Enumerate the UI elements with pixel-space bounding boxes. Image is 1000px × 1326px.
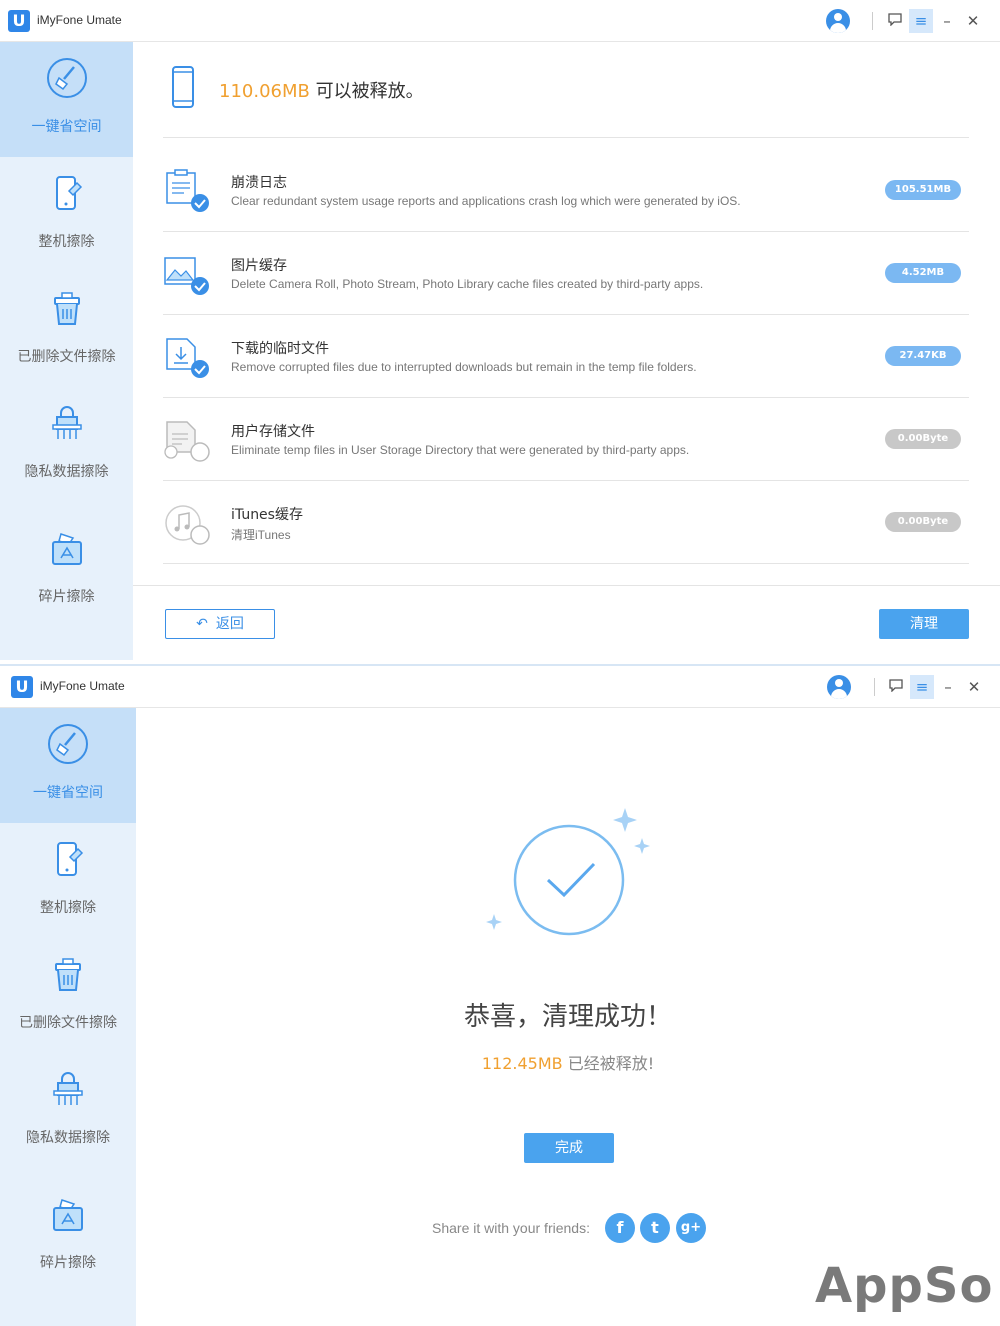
- title-separator: [872, 12, 873, 30]
- sidebar-item-label: 一键省空间: [31, 119, 102, 135]
- divider: [163, 563, 969, 564]
- user-storage-icon: [164, 421, 210, 462]
- size-badge: 0.00Byte: [885, 512, 961, 532]
- size-badge: 4.52MB: [885, 263, 961, 283]
- sidebar: 一键省空间 整机擦除 已删除文件擦除 隐私数据擦除 碎片擦除: [0, 42, 133, 660]
- row-description: Remove corrupted files due to interrupte…: [231, 360, 697, 374]
- sidebar-item-fragments[interactable]: 碎片擦除: [0, 1178, 136, 1293]
- share-text: Share it with your friends:: [432, 1220, 590, 1236]
- sidebar-item-label: 已删除文件擦除: [17, 349, 116, 365]
- broom-icon: [46, 58, 87, 98]
- size-badge: 0.00Byte: [885, 429, 961, 449]
- crash-log-icon: [166, 169, 209, 212]
- phone-eraser-icon: [55, 176, 82, 210]
- feedback-icon[interactable]: [884, 675, 908, 699]
- clean-row-temp-downloads[interactable]: 下载的临时文件 Remove corrupted files due to in…: [163, 315, 969, 398]
- sidebar-item-fragments[interactable]: 碎片擦除: [0, 512, 133, 627]
- row-title: 图片缓存: [231, 258, 287, 274]
- title-bar: U iMyFone Umate ≡ – ✕: [0, 666, 1000, 708]
- fragment-icon: [53, 1199, 83, 1231]
- minimize-icon[interactable]: –: [935, 9, 959, 33]
- phone-eraser-icon: [57, 842, 84, 876]
- sidebar-item-label: 一键省空间: [33, 785, 103, 801]
- privacy-lock-icon: [51, 406, 82, 439]
- freeable-size: 110.06MB: [219, 81, 310, 102]
- scan-window: U iMyFone Umate ≡ – ✕ 一键省空间 整机擦除 已删除文件擦除…: [0, 0, 1000, 660]
- sidebar-item-label: 碎片擦除: [38, 589, 95, 605]
- appso-watermark: AppSo: [815, 1258, 994, 1314]
- success-title: 恭喜，清理成功！: [463, 1002, 672, 1032]
- row-title: iTunes缓存: [231, 507, 303, 523]
- row-title: 用户存储文件: [231, 424, 315, 440]
- footer-divider: [133, 585, 1000, 586]
- clean-row-itunes-cache[interactable]: iTunes缓存 清理iTunes 0.00Byte: [163, 481, 969, 564]
- menu-icon[interactable]: ≡: [909, 9, 933, 33]
- minimize-icon[interactable]: –: [936, 675, 960, 699]
- clean-row-photo-cache[interactable]: 图片缓存 Delete Camera Roll, Photo Stream, P…: [163, 232, 969, 315]
- app-title: iMyFone Umate: [37, 13, 122, 27]
- menu-icon[interactable]: ≡: [910, 675, 934, 699]
- title-bar: U iMyFone Umate ≡ – ✕: [0, 0, 1000, 42]
- trash-icon: [53, 292, 80, 325]
- sidebar-item-deleted-files[interactable]: 已删除文件擦除: [0, 272, 133, 387]
- row-description: Eliminate temp files in User Storage Dir…: [231, 443, 690, 457]
- close-icon[interactable]: ✕: [961, 9, 985, 33]
- user-avatar-icon[interactable]: [827, 675, 851, 699]
- feedback-icon[interactable]: [883, 9, 907, 33]
- clean-button[interactable]: 清理: [879, 609, 969, 639]
- size-badge: 27.47KB: [885, 346, 961, 366]
- row-description: Clear redundant system usage reports and…: [231, 194, 741, 208]
- back-button-label: 返回: [215, 616, 244, 632]
- sidebar-item-one-click[interactable]: 一键省空间: [0, 708, 136, 823]
- freed-summary: 112.45MB 已经被释放!: [0, 1050, 1000, 1074]
- row-description: Delete Camera Roll, Photo Stream, Photo …: [231, 277, 704, 291]
- back-arrow-icon: ↶: [196, 616, 208, 632]
- title-separator: [874, 678, 875, 696]
- back-button[interactable]: ↶ 返回: [165, 609, 275, 639]
- download-file-icon: [166, 338, 209, 378]
- google-plus-icon[interactable]: g+: [676, 1213, 706, 1243]
- clean-row-user-storage[interactable]: 用户存储文件 Eliminate temp files in User Stor…: [163, 398, 969, 481]
- facebook-icon[interactable]: f: [605, 1213, 635, 1243]
- trash-icon: [55, 958, 81, 991]
- photo-cache-icon: [164, 257, 209, 295]
- broom-icon: [48, 724, 88, 764]
- sidebar-item-label: 碎片擦除: [40, 1255, 96, 1271]
- row-title: 崩溃日志: [231, 175, 287, 191]
- sidebar-item-label: 整机擦除: [38, 234, 95, 250]
- size-badge: 105.51MB: [885, 180, 961, 200]
- scan-summary: 110.06MB 可以被释放。: [219, 77, 424, 103]
- sidebar-item-privacy[interactable]: 隐私数据擦除: [0, 387, 133, 502]
- success-check-icon: [486, 808, 650, 936]
- divider: [163, 137, 969, 138]
- close-icon[interactable]: ✕: [962, 675, 986, 699]
- itunes-icon: [165, 505, 210, 545]
- sidebar-item-label: 隐私数据擦除: [26, 1130, 110, 1146]
- app-logo: U: [11, 676, 33, 698]
- sidebar-item-label: 整机擦除: [40, 900, 96, 916]
- sidebar-item-label: 隐私数据擦除: [24, 464, 109, 480]
- twitter-icon[interactable]: t: [640, 1213, 670, 1243]
- row-description: 清理iTunes: [231, 528, 291, 542]
- row-title: 下载的临时文件: [231, 341, 329, 357]
- phone-icon: [172, 66, 194, 108]
- app-logo: U: [8, 10, 30, 32]
- freed-suffix: 已经被释放!: [567, 1054, 655, 1073]
- sidebar-item-full-erase[interactable]: 整机擦除: [0, 823, 136, 938]
- sidebar-item-one-click[interactable]: 一键省空间: [0, 42, 133, 157]
- done-button[interactable]: 完成: [524, 1133, 614, 1163]
- result-window: U iMyFone Umate ≡ – ✕ 一键省空间 整机擦除 已删除文件擦除…: [0, 664, 1000, 1326]
- freed-size: 112.45MB: [481, 1054, 563, 1073]
- sidebar-item-full-erase[interactable]: 整机擦除: [0, 157, 133, 272]
- fragment-icon: [51, 533, 82, 565]
- app-title: iMyFone Umate: [40, 679, 125, 693]
- clean-row-crash-log[interactable]: 崩溃日志 Clear redundant system usage report…: [163, 149, 969, 232]
- user-avatar-icon[interactable]: [826, 9, 850, 33]
- freeable-suffix: 可以被释放。: [315, 81, 424, 102]
